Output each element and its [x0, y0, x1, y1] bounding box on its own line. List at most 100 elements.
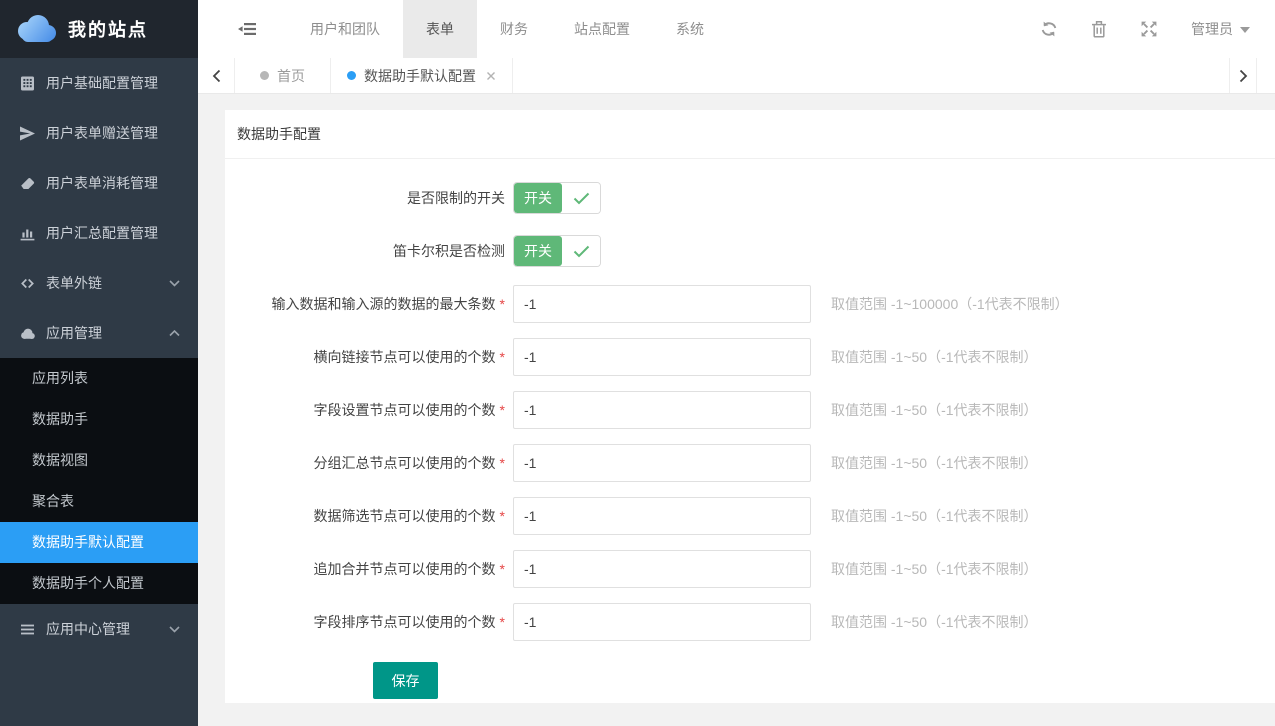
sidebar-item-label: 用户表单赠送管理: [46, 123, 158, 143]
sidebar-item-app-management[interactable]: 应用管理: [0, 308, 198, 358]
tab-assistant-default-config[interactable]: 数据助手默认配置: [331, 58, 513, 93]
collapse-sidebar-icon[interactable]: [238, 21, 257, 37]
save-button[interactable]: 保存: [373, 662, 438, 699]
cloud-icon: [18, 324, 36, 342]
horizontal-link-nodes-input[interactable]: [513, 338, 811, 376]
form-row-limit-switch: 是否限制的开关 开关: [225, 179, 1275, 217]
field-label: 追加合并节点可以使用的个数*: [225, 559, 513, 579]
submenu-item-assistant-default-config[interactable]: 数据助手默认配置: [0, 522, 198, 563]
chevron-down-icon: [169, 626, 180, 633]
field-setting-nodes-input[interactable]: [513, 391, 811, 429]
sidebar-item-user-base-config[interactable]: 用户基础配置管理: [0, 58, 198, 108]
cloud-logo-icon: [12, 14, 58, 44]
required-mark: *: [500, 455, 505, 471]
tabs-scroll-right-icon[interactable]: [1229, 58, 1257, 93]
check-icon: [562, 183, 600, 213]
field-label: 笛卡尔积是否检测: [225, 241, 513, 261]
user-menu[interactable]: 管理员: [1191, 19, 1250, 39]
tabs-scroll-left-icon[interactable]: [198, 58, 235, 93]
sidebar-item-label: 表单外链: [46, 273, 102, 293]
content-area: 数据助手配置 是否限制的开关 开关: [198, 94, 1275, 726]
form-row-append-merge-nodes: 追加合并节点可以使用的个数* 取值范围 -1~50（-1代表不限制）: [225, 550, 1275, 588]
caret-down-icon: [1240, 27, 1250, 38]
limit-switch[interactable]: 开关: [513, 182, 601, 214]
max-input-rows-input[interactable]: [513, 285, 811, 323]
field-hint: 取值范围 -1~50（-1代表不限制）: [831, 612, 1038, 632]
bar-chart-icon: [18, 224, 36, 242]
fullscreen-icon[interactable]: [1140, 20, 1158, 38]
field-label: 数据筛选节点可以使用的个数*: [225, 506, 513, 526]
cartesian-check-switch[interactable]: 开关: [513, 235, 601, 267]
form-row-data-filter-nodes: 数据筛选节点可以使用的个数* 取值范围 -1~50（-1代表不限制）: [225, 497, 1275, 535]
submenu-item-assistant-personal-config[interactable]: 数据助手个人配置: [0, 563, 198, 604]
main-area: 用户和团队 表单 财务 站点配置 系统: [198, 0, 1275, 726]
sidebar-item-form-gift[interactable]: 用户表单赠送管理: [0, 108, 198, 158]
app-window: 我的站点 用户基础配置管理 用户表单赠送管理 用户表单消耗管理: [0, 0, 1275, 726]
user-label: 管理员: [1191, 19, 1233, 39]
chevron-up-icon: [169, 330, 180, 337]
field-hint: 取值范围 -1~50（-1代表不限制）: [831, 453, 1038, 473]
tab-status-dot: [260, 71, 269, 80]
top-nav: 用户和团队 表单 财务 站点配置 系统: [287, 0, 727, 58]
header-actions: 管理员: [1040, 19, 1275, 39]
submenu-item-aggregate-table[interactable]: 聚合表: [0, 481, 198, 522]
field-label: 字段排序节点可以使用的个数*: [225, 612, 513, 632]
double-chevron-icon: [18, 274, 36, 292]
tab-label: 首页: [277, 66, 305, 86]
sidebar-submenu: 应用列表 数据助手 数据视图 聚合表 数据助手默认配置 数据助手个人配置: [0, 358, 198, 604]
chevron-down-icon: [169, 280, 180, 287]
brand-logo[interactable]: 我的站点: [0, 0, 198, 58]
nav-item-system[interactable]: 系统: [653, 0, 727, 58]
send-icon: [18, 124, 36, 142]
trash-icon[interactable]: [1091, 20, 1107, 38]
nav-item-finance[interactable]: 财务: [477, 0, 551, 58]
required-mark: *: [500, 402, 505, 418]
field-label: 输入数据和输入源的数据的最大条数*: [225, 294, 513, 314]
tab-bar: 首页 数据助手默认配置: [198, 58, 1275, 94]
nav-item-forms[interactable]: 表单: [403, 0, 477, 58]
group-summary-nodes-input[interactable]: [513, 444, 811, 482]
required-mark: *: [500, 296, 505, 312]
close-icon[interactable]: [486, 71, 496, 81]
nav-item-site-config[interactable]: 站点配置: [551, 0, 653, 58]
submenu-item-data-view[interactable]: 数据视图: [0, 440, 198, 481]
field-hint: 取值范围 -1~50（-1代表不限制）: [831, 400, 1038, 420]
tab-home[interactable]: 首页: [235, 58, 331, 93]
sidebar-item-form-consume[interactable]: 用户表单消耗管理: [0, 158, 198, 208]
check-icon: [562, 236, 600, 266]
data-filter-nodes-input[interactable]: [513, 497, 811, 535]
required-mark: *: [500, 614, 505, 630]
sidebar-item-form-external-link[interactable]: 表单外链: [0, 258, 198, 308]
sidebar-item-label: 用户基础配置管理: [46, 73, 158, 93]
required-mark: *: [500, 349, 505, 365]
top-header: 用户和团队 表单 财务 站点配置 系统: [198, 0, 1275, 58]
sidebar-item-label: 用户表单消耗管理: [46, 173, 158, 193]
site-title: 我的站点: [68, 16, 148, 42]
field-hint: 取值范围 -1~50（-1代表不限制）: [831, 506, 1038, 526]
refresh-icon[interactable]: [1040, 20, 1058, 38]
tab-status-dot: [347, 71, 356, 80]
sidebar-item-summary-config[interactable]: 用户汇总配置管理: [0, 208, 198, 258]
required-mark: *: [500, 561, 505, 577]
form-row-field-setting-nodes: 字段设置节点可以使用的个数* 取值范围 -1~50（-1代表不限制）: [225, 391, 1275, 429]
append-merge-nodes-input[interactable]: [513, 550, 811, 588]
switch-on-label: 开关: [514, 183, 562, 213]
sidebar-item-app-center-management[interactable]: 应用中心管理: [0, 604, 198, 654]
submenu-item-data-assistant[interactable]: 数据助手: [0, 399, 198, 440]
field-sort-nodes-input[interactable]: [513, 603, 811, 641]
sidebar-item-label: 用户汇总配置管理: [46, 223, 158, 243]
submenu-item-app-list[interactable]: 应用列表: [0, 358, 198, 399]
sidebar-menu: 用户基础配置管理 用户表单赠送管理 用户表单消耗管理 用户汇总配置管理: [0, 58, 198, 726]
tab-label: 数据助手默认配置: [364, 66, 476, 86]
field-hint: 取值范围 -1~50（-1代表不限制）: [831, 347, 1038, 367]
field-hint: 取值范围 -1~50（-1代表不限制）: [831, 559, 1038, 579]
grid-icon: [18, 74, 36, 92]
sidebar: 我的站点 用户基础配置管理 用户表单赠送管理 用户表单消耗管理: [0, 0, 198, 726]
sidebar-item-label: 应用中心管理: [46, 619, 130, 639]
config-panel: 数据助手配置 是否限制的开关 开关: [225, 110, 1275, 703]
nav-item-users-teams[interactable]: 用户和团队: [287, 0, 403, 58]
form-row-field-sort-nodes: 字段排序节点可以使用的个数* 取值范围 -1~50（-1代表不限制）: [225, 603, 1275, 641]
field-label: 横向链接节点可以使用的个数*: [225, 347, 513, 367]
form-row-max-input-rows: 输入数据和输入源的数据的最大条数* 取值范围 -1~100000（-1代表不限制…: [225, 285, 1275, 323]
switch-on-label: 开关: [514, 236, 562, 266]
